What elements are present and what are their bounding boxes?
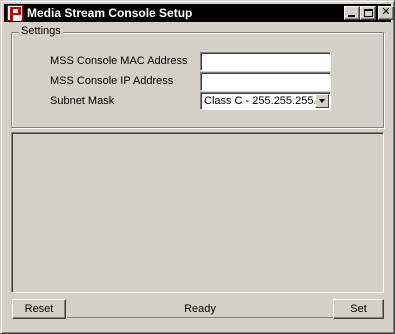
- subnet-mask-select[interactable]: Class C - 255.255.255.0: [200, 92, 331, 110]
- title-bar[interactable]: Media Stream Console Setup ✕: [4, 4, 394, 22]
- setup-window: Media Stream Console Setup ✕ Settings MS…: [0, 0, 395, 334]
- maximize-icon: [364, 9, 373, 17]
- p-logo-cut: [13, 15, 21, 21]
- subnet-dropdown-button[interactable]: [315, 94, 329, 108]
- status-divider: [67, 317, 333, 318]
- minimize-button[interactable]: [344, 6, 360, 20]
- output-pane[interactable]: [11, 132, 384, 293]
- window-title: Media Stream Console Setup: [27, 6, 193, 20]
- chevron-down-icon: [319, 99, 325, 103]
- status-text: Ready: [184, 303, 216, 315]
- ip-address-label: MSS Console IP Address: [50, 75, 174, 87]
- subnet-mask-value: Class C - 255.255.255.0: [204, 95, 323, 107]
- minimize-icon: [348, 15, 355, 17]
- maximize-button[interactable]: [360, 6, 376, 20]
- p-logo-hole: [13, 9, 18, 13]
- settings-group: Settings MSS Console MAC Address MSS Con…: [11, 25, 384, 128]
- reset-button[interactable]: Reset: [12, 299, 66, 319]
- set-button[interactable]: Set: [333, 299, 384, 319]
- close-button[interactable]: ✕: [378, 6, 394, 20]
- mac-address-input[interactable]: [200, 52, 331, 71]
- settings-group-label: Settings: [19, 25, 63, 37]
- p-logo-icon[interactable]: [7, 5, 23, 21]
- close-icon: ✕: [381, 5, 391, 18]
- mac-address-label: MSS Console MAC Address: [50, 55, 188, 67]
- ip-address-input[interactable]: [200, 72, 331, 91]
- subnet-mask-label: Subnet Mask: [50, 95, 115, 107]
